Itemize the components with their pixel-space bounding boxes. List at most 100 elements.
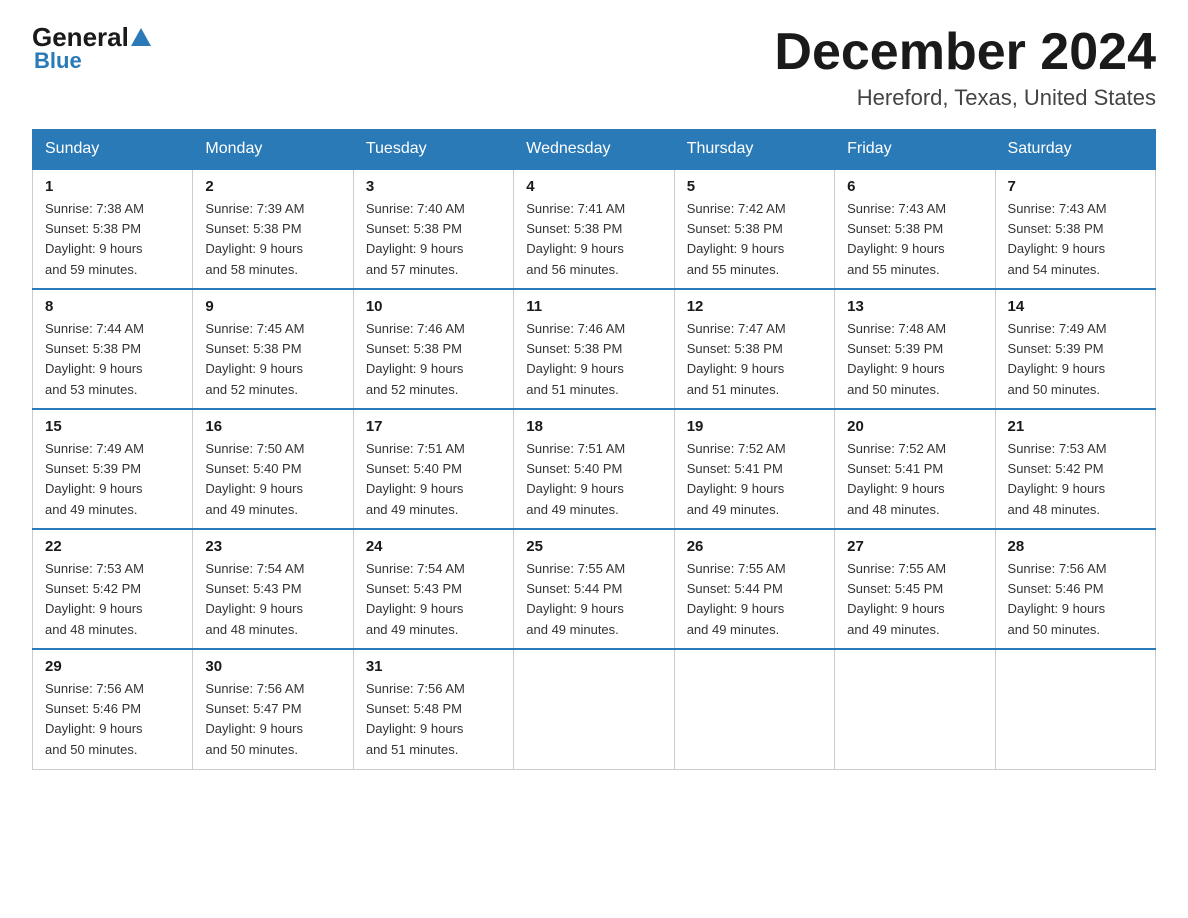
header-saturday: Saturday bbox=[995, 130, 1155, 170]
header-wednesday: Wednesday bbox=[514, 130, 674, 170]
day-cell-13: 13 Sunrise: 7:48 AMSunset: 5:39 PMDaylig… bbox=[835, 289, 995, 409]
day-info: Sunrise: 7:43 AMSunset: 5:38 PMDaylight:… bbox=[1008, 201, 1107, 276]
day-number: 5 bbox=[687, 178, 822, 195]
day-cell-22: 22 Sunrise: 7:53 AMSunset: 5:42 PMDaylig… bbox=[33, 529, 193, 649]
day-cell-12: 12 Sunrise: 7:47 AMSunset: 5:38 PMDaylig… bbox=[674, 289, 834, 409]
day-cell-3: 3 Sunrise: 7:40 AMSunset: 5:38 PMDayligh… bbox=[353, 169, 513, 289]
day-info: Sunrise: 7:48 AMSunset: 5:39 PMDaylight:… bbox=[847, 321, 946, 396]
empty-cell-w4-c5 bbox=[835, 649, 995, 769]
week-row-3: 15 Sunrise: 7:49 AMSunset: 5:39 PMDaylig… bbox=[33, 409, 1156, 529]
day-number: 23 bbox=[205, 538, 340, 555]
header-thursday: Thursday bbox=[674, 130, 834, 170]
day-info: Sunrise: 7:39 AMSunset: 5:38 PMDaylight:… bbox=[205, 201, 304, 276]
week-row-4: 22 Sunrise: 7:53 AMSunset: 5:42 PMDaylig… bbox=[33, 529, 1156, 649]
day-info: Sunrise: 7:56 AMSunset: 5:46 PMDaylight:… bbox=[45, 681, 144, 756]
day-cell-4: 4 Sunrise: 7:41 AMSunset: 5:38 PMDayligh… bbox=[514, 169, 674, 289]
day-number: 25 bbox=[526, 538, 661, 555]
day-number: 2 bbox=[205, 178, 340, 195]
empty-cell-w4-c4 bbox=[674, 649, 834, 769]
day-cell-28: 28 Sunrise: 7:56 AMSunset: 5:46 PMDaylig… bbox=[995, 529, 1155, 649]
day-info: Sunrise: 7:45 AMSunset: 5:38 PMDaylight:… bbox=[205, 321, 304, 396]
week-row-1: 1 Sunrise: 7:38 AMSunset: 5:38 PMDayligh… bbox=[33, 169, 1156, 289]
day-info: Sunrise: 7:40 AMSunset: 5:38 PMDaylight:… bbox=[366, 201, 465, 276]
day-number: 20 bbox=[847, 418, 982, 435]
day-number: 17 bbox=[366, 418, 501, 435]
day-number: 31 bbox=[366, 658, 501, 675]
header-sunday: Sunday bbox=[33, 130, 193, 170]
day-info: Sunrise: 7:55 AMSunset: 5:45 PMDaylight:… bbox=[847, 561, 946, 636]
week-row-5: 29 Sunrise: 7:56 AMSunset: 5:46 PMDaylig… bbox=[33, 649, 1156, 769]
day-info: Sunrise: 7:44 AMSunset: 5:38 PMDaylight:… bbox=[45, 321, 144, 396]
page-header: General Blue December 2024 Hereford, Tex… bbox=[32, 24, 1156, 111]
day-cell-9: 9 Sunrise: 7:45 AMSunset: 5:38 PMDayligh… bbox=[193, 289, 353, 409]
calendar-table: Sunday Monday Tuesday Wednesday Thursday… bbox=[32, 129, 1156, 770]
day-number: 8 bbox=[45, 298, 180, 315]
day-cell-23: 23 Sunrise: 7:54 AMSunset: 5:43 PMDaylig… bbox=[193, 529, 353, 649]
day-number: 9 bbox=[205, 298, 340, 315]
day-info: Sunrise: 7:56 AMSunset: 5:47 PMDaylight:… bbox=[205, 681, 304, 756]
day-number: 13 bbox=[847, 298, 982, 315]
day-number: 21 bbox=[1008, 418, 1143, 435]
day-info: Sunrise: 7:55 AMSunset: 5:44 PMDaylight:… bbox=[526, 561, 625, 636]
day-number: 18 bbox=[526, 418, 661, 435]
day-cell-26: 26 Sunrise: 7:55 AMSunset: 5:44 PMDaylig… bbox=[674, 529, 834, 649]
day-info: Sunrise: 7:42 AMSunset: 5:38 PMDaylight:… bbox=[687, 201, 786, 276]
day-cell-21: 21 Sunrise: 7:53 AMSunset: 5:42 PMDaylig… bbox=[995, 409, 1155, 529]
day-cell-11: 11 Sunrise: 7:46 AMSunset: 5:38 PMDaylig… bbox=[514, 289, 674, 409]
month-title: December 2024 bbox=[774, 24, 1156, 81]
day-cell-8: 8 Sunrise: 7:44 AMSunset: 5:38 PMDayligh… bbox=[33, 289, 193, 409]
day-info: Sunrise: 7:47 AMSunset: 5:38 PMDaylight:… bbox=[687, 321, 786, 396]
day-number: 26 bbox=[687, 538, 822, 555]
day-cell-25: 25 Sunrise: 7:55 AMSunset: 5:44 PMDaylig… bbox=[514, 529, 674, 649]
day-info: Sunrise: 7:49 AMSunset: 5:39 PMDaylight:… bbox=[1008, 321, 1107, 396]
day-info: Sunrise: 7:53 AMSunset: 5:42 PMDaylight:… bbox=[45, 561, 144, 636]
day-number: 7 bbox=[1008, 178, 1143, 195]
day-cell-24: 24 Sunrise: 7:54 AMSunset: 5:43 PMDaylig… bbox=[353, 529, 513, 649]
day-cell-7: 7 Sunrise: 7:43 AMSunset: 5:38 PMDayligh… bbox=[995, 169, 1155, 289]
location-title: Hereford, Texas, United States bbox=[774, 85, 1156, 111]
day-cell-1: 1 Sunrise: 7:38 AMSunset: 5:38 PMDayligh… bbox=[33, 169, 193, 289]
day-info: Sunrise: 7:43 AMSunset: 5:38 PMDaylight:… bbox=[847, 201, 946, 276]
day-number: 29 bbox=[45, 658, 180, 675]
day-number: 11 bbox=[526, 298, 661, 315]
day-info: Sunrise: 7:41 AMSunset: 5:38 PMDaylight:… bbox=[526, 201, 625, 276]
day-info: Sunrise: 7:56 AMSunset: 5:46 PMDaylight:… bbox=[1008, 561, 1107, 636]
day-info: Sunrise: 7:54 AMSunset: 5:43 PMDaylight:… bbox=[366, 561, 465, 636]
day-number: 30 bbox=[205, 658, 340, 675]
week-row-2: 8 Sunrise: 7:44 AMSunset: 5:38 PMDayligh… bbox=[33, 289, 1156, 409]
day-info: Sunrise: 7:46 AMSunset: 5:38 PMDaylight:… bbox=[366, 321, 465, 396]
logo-general-text: General bbox=[32, 24, 129, 50]
day-info: Sunrise: 7:51 AMSunset: 5:40 PMDaylight:… bbox=[366, 441, 465, 516]
day-number: 16 bbox=[205, 418, 340, 435]
title-block: December 2024 Hereford, Texas, United St… bbox=[774, 24, 1156, 111]
logo-blue-text: Blue bbox=[32, 48, 82, 74]
empty-cell-w4-c3 bbox=[514, 649, 674, 769]
day-number: 4 bbox=[526, 178, 661, 195]
day-info: Sunrise: 7:50 AMSunset: 5:40 PMDaylight:… bbox=[205, 441, 304, 516]
day-number: 10 bbox=[366, 298, 501, 315]
day-cell-5: 5 Sunrise: 7:42 AMSunset: 5:38 PMDayligh… bbox=[674, 169, 834, 289]
day-number: 15 bbox=[45, 418, 180, 435]
day-cell-19: 19 Sunrise: 7:52 AMSunset: 5:41 PMDaylig… bbox=[674, 409, 834, 529]
day-info: Sunrise: 7:56 AMSunset: 5:48 PMDaylight:… bbox=[366, 681, 465, 756]
day-info: Sunrise: 7:51 AMSunset: 5:40 PMDaylight:… bbox=[526, 441, 625, 516]
day-cell-27: 27 Sunrise: 7:55 AMSunset: 5:45 PMDaylig… bbox=[835, 529, 995, 649]
day-info: Sunrise: 7:52 AMSunset: 5:41 PMDaylight:… bbox=[687, 441, 786, 516]
logo: General Blue bbox=[32, 24, 153, 74]
day-info: Sunrise: 7:53 AMSunset: 5:42 PMDaylight:… bbox=[1008, 441, 1107, 516]
day-cell-14: 14 Sunrise: 7:49 AMSunset: 5:39 PMDaylig… bbox=[995, 289, 1155, 409]
day-number: 27 bbox=[847, 538, 982, 555]
day-number: 28 bbox=[1008, 538, 1143, 555]
logo-triangle-icon bbox=[131, 28, 151, 46]
day-info: Sunrise: 7:46 AMSunset: 5:38 PMDaylight:… bbox=[526, 321, 625, 396]
header-tuesday: Tuesday bbox=[353, 130, 513, 170]
day-cell-10: 10 Sunrise: 7:46 AMSunset: 5:38 PMDaylig… bbox=[353, 289, 513, 409]
day-cell-6: 6 Sunrise: 7:43 AMSunset: 5:38 PMDayligh… bbox=[835, 169, 995, 289]
day-number: 22 bbox=[45, 538, 180, 555]
day-cell-31: 31 Sunrise: 7:56 AMSunset: 5:48 PMDaylig… bbox=[353, 649, 513, 769]
header-friday: Friday bbox=[835, 130, 995, 170]
day-info: Sunrise: 7:38 AMSunset: 5:38 PMDaylight:… bbox=[45, 201, 144, 276]
day-number: 12 bbox=[687, 298, 822, 315]
day-cell-18: 18 Sunrise: 7:51 AMSunset: 5:40 PMDaylig… bbox=[514, 409, 674, 529]
empty-cell-w4-c6 bbox=[995, 649, 1155, 769]
